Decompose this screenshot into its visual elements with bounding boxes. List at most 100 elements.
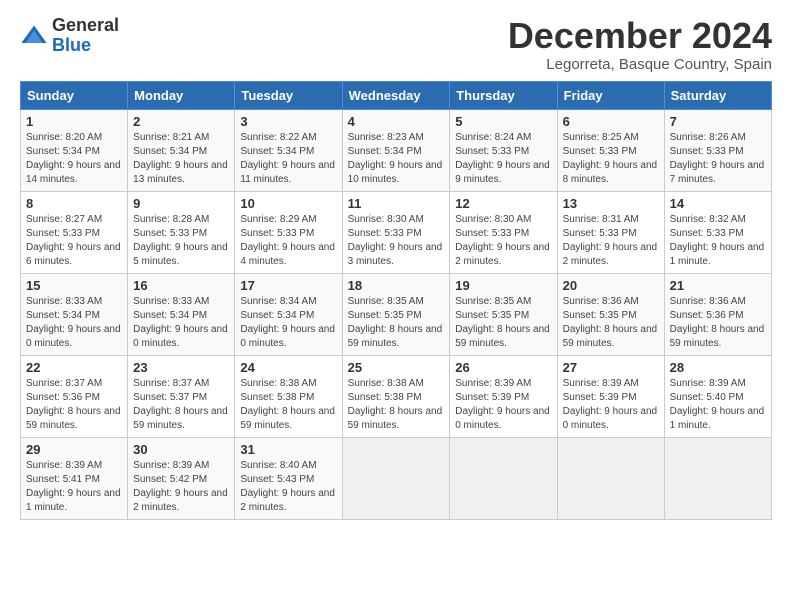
day-info: Sunrise: 8:35 AM Sunset: 5:35 PM Dayligh… bbox=[455, 295, 551, 351]
col-tuesday: Tuesday bbox=[235, 81, 342, 109]
day-info: Sunrise: 8:37 AM Sunset: 5:37 PM Dayligh… bbox=[133, 377, 229, 433]
day-info: Sunrise: 8:36 AM Sunset: 5:35 PM Dayligh… bbox=[563, 295, 659, 351]
table-row: 20 Sunrise: 8:36 AM Sunset: 5:35 PM Dayl… bbox=[557, 273, 664, 355]
day-info: Sunrise: 8:37 AM Sunset: 5:36 PM Dayligh… bbox=[26, 377, 122, 433]
day-number: 6 bbox=[563, 114, 659, 129]
day-number: 5 bbox=[455, 114, 551, 129]
col-wednesday: Wednesday bbox=[342, 81, 450, 109]
location-subtitle: Legorreta, Basque Country, Spain bbox=[508, 56, 772, 73]
table-row bbox=[664, 437, 771, 519]
day-number: 18 bbox=[348, 278, 445, 293]
day-info: Sunrise: 8:39 AM Sunset: 5:40 PM Dayligh… bbox=[670, 377, 766, 433]
table-row bbox=[450, 437, 557, 519]
day-info: Sunrise: 8:38 AM Sunset: 5:38 PM Dayligh… bbox=[240, 377, 336, 433]
calendar-week-row: 29 Sunrise: 8:39 AM Sunset: 5:41 PM Dayl… bbox=[21, 437, 772, 519]
table-row: 21 Sunrise: 8:36 AM Sunset: 5:36 PM Dayl… bbox=[664, 273, 771, 355]
table-row: 2 Sunrise: 8:21 AM Sunset: 5:34 PM Dayli… bbox=[128, 109, 235, 191]
table-row: 27 Sunrise: 8:39 AM Sunset: 5:39 PM Dayl… bbox=[557, 355, 664, 437]
day-info: Sunrise: 8:27 AM Sunset: 5:33 PM Dayligh… bbox=[26, 213, 122, 269]
logo: General Blue bbox=[20, 16, 119, 56]
table-row: 18 Sunrise: 8:35 AM Sunset: 5:35 PM Dayl… bbox=[342, 273, 450, 355]
day-number: 4 bbox=[348, 114, 445, 129]
day-info: Sunrise: 8:29 AM Sunset: 5:33 PM Dayligh… bbox=[240, 213, 336, 269]
table-row: 7 Sunrise: 8:26 AM Sunset: 5:33 PM Dayli… bbox=[664, 109, 771, 191]
table-row: 25 Sunrise: 8:38 AM Sunset: 5:38 PM Dayl… bbox=[342, 355, 450, 437]
table-row: 3 Sunrise: 8:22 AM Sunset: 5:34 PM Dayli… bbox=[235, 109, 342, 191]
day-number: 19 bbox=[455, 278, 551, 293]
day-info: Sunrise: 8:34 AM Sunset: 5:34 PM Dayligh… bbox=[240, 295, 336, 351]
calendar-week-row: 15 Sunrise: 8:33 AM Sunset: 5:34 PM Dayl… bbox=[21, 273, 772, 355]
day-info: Sunrise: 8:32 AM Sunset: 5:33 PM Dayligh… bbox=[670, 213, 766, 269]
day-number: 17 bbox=[240, 278, 336, 293]
table-row: 5 Sunrise: 8:24 AM Sunset: 5:33 PM Dayli… bbox=[450, 109, 557, 191]
day-info: Sunrise: 8:33 AM Sunset: 5:34 PM Dayligh… bbox=[133, 295, 229, 351]
table-row: 31 Sunrise: 8:40 AM Sunset: 5:43 PM Dayl… bbox=[235, 437, 342, 519]
logo-blue-text: Blue bbox=[52, 36, 119, 56]
page-header: General Blue December 2024 Legorreta, Ba… bbox=[20, 16, 772, 73]
day-number: 22 bbox=[26, 360, 122, 375]
day-number: 20 bbox=[563, 278, 659, 293]
calendar-week-row: 8 Sunrise: 8:27 AM Sunset: 5:33 PM Dayli… bbox=[21, 191, 772, 273]
col-friday: Friday bbox=[557, 81, 664, 109]
table-row bbox=[342, 437, 450, 519]
day-info: Sunrise: 8:30 AM Sunset: 5:33 PM Dayligh… bbox=[455, 213, 551, 269]
day-info: Sunrise: 8:35 AM Sunset: 5:35 PM Dayligh… bbox=[348, 295, 445, 351]
day-number: 12 bbox=[455, 196, 551, 211]
table-row: 15 Sunrise: 8:33 AM Sunset: 5:34 PM Dayl… bbox=[21, 273, 128, 355]
col-monday: Monday bbox=[128, 81, 235, 109]
table-row: 9 Sunrise: 8:28 AM Sunset: 5:33 PM Dayli… bbox=[128, 191, 235, 273]
table-row: 23 Sunrise: 8:37 AM Sunset: 5:37 PM Dayl… bbox=[128, 355, 235, 437]
day-info: Sunrise: 8:21 AM Sunset: 5:34 PM Dayligh… bbox=[133, 131, 229, 187]
day-number: 29 bbox=[26, 442, 122, 457]
table-row: 24 Sunrise: 8:38 AM Sunset: 5:38 PM Dayl… bbox=[235, 355, 342, 437]
day-number: 3 bbox=[240, 114, 336, 129]
calendar-table: Sunday Monday Tuesday Wednesday Thursday… bbox=[20, 81, 772, 520]
day-number: 25 bbox=[348, 360, 445, 375]
day-info: Sunrise: 8:24 AM Sunset: 5:33 PM Dayligh… bbox=[455, 131, 551, 187]
day-number: 27 bbox=[563, 360, 659, 375]
day-info: Sunrise: 8:39 AM Sunset: 5:39 PM Dayligh… bbox=[563, 377, 659, 433]
day-number: 21 bbox=[670, 278, 766, 293]
table-row: 10 Sunrise: 8:29 AM Sunset: 5:33 PM Dayl… bbox=[235, 191, 342, 273]
table-row bbox=[557, 437, 664, 519]
logo-general-text: General bbox=[52, 16, 119, 36]
day-info: Sunrise: 8:39 AM Sunset: 5:42 PM Dayligh… bbox=[133, 459, 229, 515]
day-number: 28 bbox=[670, 360, 766, 375]
day-number: 24 bbox=[240, 360, 336, 375]
table-row: 17 Sunrise: 8:34 AM Sunset: 5:34 PM Dayl… bbox=[235, 273, 342, 355]
table-row: 11 Sunrise: 8:30 AM Sunset: 5:33 PM Dayl… bbox=[342, 191, 450, 273]
title-block: December 2024 Legorreta, Basque Country,… bbox=[508, 16, 772, 73]
table-row: 30 Sunrise: 8:39 AM Sunset: 5:42 PM Dayl… bbox=[128, 437, 235, 519]
table-row: 6 Sunrise: 8:25 AM Sunset: 5:33 PM Dayli… bbox=[557, 109, 664, 191]
day-info: Sunrise: 8:33 AM Sunset: 5:34 PM Dayligh… bbox=[26, 295, 122, 351]
day-number: 2 bbox=[133, 114, 229, 129]
table-row: 1 Sunrise: 8:20 AM Sunset: 5:34 PM Dayli… bbox=[21, 109, 128, 191]
day-number: 9 bbox=[133, 196, 229, 211]
day-info: Sunrise: 8:25 AM Sunset: 5:33 PM Dayligh… bbox=[563, 131, 659, 187]
day-info: Sunrise: 8:30 AM Sunset: 5:33 PM Dayligh… bbox=[348, 213, 445, 269]
table-row: 26 Sunrise: 8:39 AM Sunset: 5:39 PM Dayl… bbox=[450, 355, 557, 437]
day-info: Sunrise: 8:39 AM Sunset: 5:39 PM Dayligh… bbox=[455, 377, 551, 433]
calendar-week-row: 1 Sunrise: 8:20 AM Sunset: 5:34 PM Dayli… bbox=[21, 109, 772, 191]
day-number: 7 bbox=[670, 114, 766, 129]
day-info: Sunrise: 8:36 AM Sunset: 5:36 PM Dayligh… bbox=[670, 295, 766, 351]
table-row: 22 Sunrise: 8:37 AM Sunset: 5:36 PM Dayl… bbox=[21, 355, 128, 437]
day-info: Sunrise: 8:31 AM Sunset: 5:33 PM Dayligh… bbox=[563, 213, 659, 269]
day-info: Sunrise: 8:38 AM Sunset: 5:38 PM Dayligh… bbox=[348, 377, 445, 433]
day-info: Sunrise: 8:22 AM Sunset: 5:34 PM Dayligh… bbox=[240, 131, 336, 187]
day-number: 30 bbox=[133, 442, 229, 457]
day-number: 13 bbox=[563, 196, 659, 211]
day-number: 11 bbox=[348, 196, 445, 211]
table-row: 19 Sunrise: 8:35 AM Sunset: 5:35 PM Dayl… bbox=[450, 273, 557, 355]
day-number: 16 bbox=[133, 278, 229, 293]
day-info: Sunrise: 8:26 AM Sunset: 5:33 PM Dayligh… bbox=[670, 131, 766, 187]
logo-icon bbox=[20, 22, 48, 50]
col-saturday: Saturday bbox=[664, 81, 771, 109]
table-row: 12 Sunrise: 8:30 AM Sunset: 5:33 PM Dayl… bbox=[450, 191, 557, 273]
table-row: 28 Sunrise: 8:39 AM Sunset: 5:40 PM Dayl… bbox=[664, 355, 771, 437]
day-number: 26 bbox=[455, 360, 551, 375]
day-info: Sunrise: 8:28 AM Sunset: 5:33 PM Dayligh… bbox=[133, 213, 229, 269]
day-number: 1 bbox=[26, 114, 122, 129]
day-number: 8 bbox=[26, 196, 122, 211]
calendar-header-row: Sunday Monday Tuesday Wednesday Thursday… bbox=[21, 81, 772, 109]
